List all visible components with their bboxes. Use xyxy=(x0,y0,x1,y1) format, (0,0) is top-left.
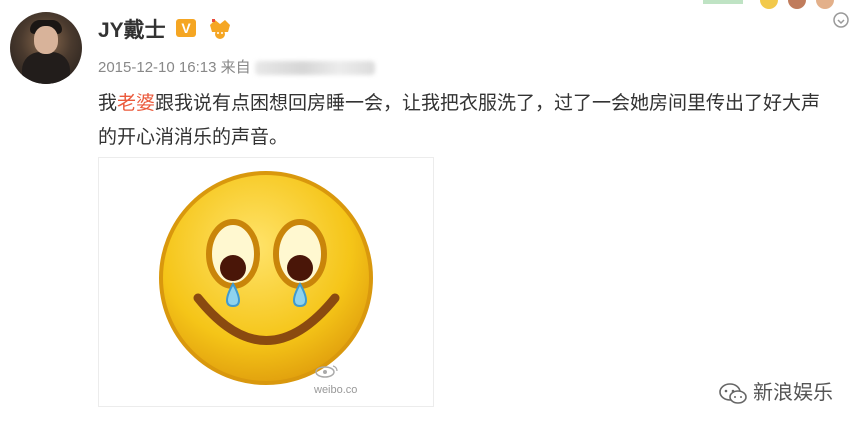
highlight-text: 老婆 xyxy=(117,92,156,114)
username[interactable]: JY戴士 xyxy=(98,14,166,44)
verified-v-icon: V xyxy=(176,19,196,37)
timestamp[interactable]: 2015-12-10 16:13 xyxy=(98,59,216,76)
wechat-icon xyxy=(719,382,747,404)
crown-icon xyxy=(210,19,230,39)
source-prefix: 来自 xyxy=(220,59,251,76)
blurred-source xyxy=(254,61,375,76)
footer-source: 新浪娱乐 xyxy=(719,376,833,405)
image-watermark: weibo.co xyxy=(314,384,358,396)
top-right-reactions xyxy=(699,0,859,30)
post-text-rest: 跟我说有点困想回房睡一会，让我把衣服洗了，过了一会她房间里传出了好大声的开心消消… xyxy=(98,92,821,148)
weibo-logo-icon xyxy=(315,365,338,378)
post-meta: 2015-12-10 16:13 来自 xyxy=(98,56,375,77)
footer-source-label: 新浪娱乐 xyxy=(753,380,833,404)
post-image[interactable] xyxy=(98,157,434,407)
post-text: 我老婆跟我说有点困想回房睡一会，让我把衣服洗了，过了一会她房间里传出了好大声的开… xyxy=(98,86,838,154)
smiley-crying-emoji xyxy=(159,171,373,385)
avatar[interactable] xyxy=(10,12,82,84)
post-text-start: 我 xyxy=(98,92,118,114)
